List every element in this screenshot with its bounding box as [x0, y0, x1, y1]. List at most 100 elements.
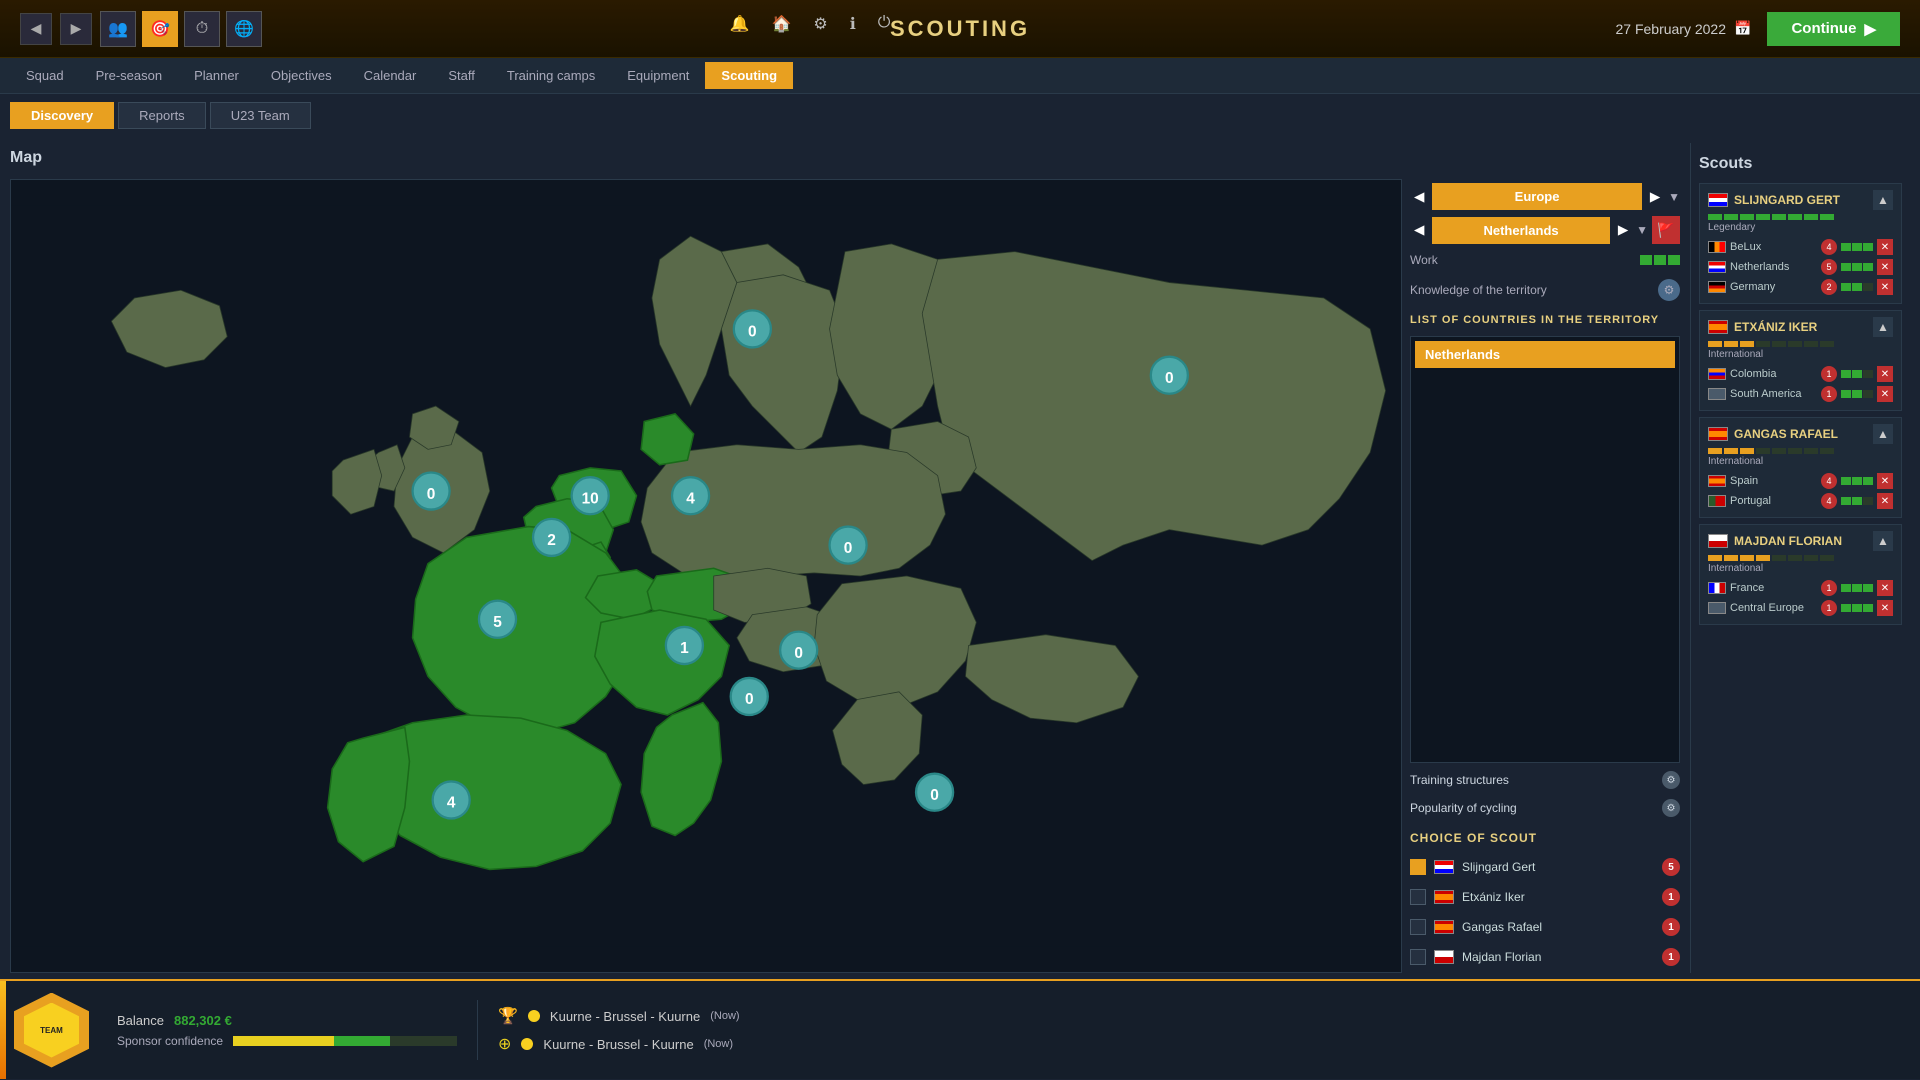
scouts-sidebar: Scouts SLIJNGARD GERT ▲ Legendary	[1690, 143, 1910, 973]
tab-training-camps[interactable]: Training camps	[491, 62, 611, 89]
scout-checkbox-gangas[interactable]	[1410, 919, 1426, 935]
scout-flag-nl-1	[1434, 860, 1454, 874]
race-row-2: ⊕ Kuurne - Brussel - Kuurne (Now)	[498, 1034, 1900, 1054]
sponsor-fill-yellow	[233, 1036, 334, 1046]
work-label: Work	[1410, 253, 1438, 267]
work-bar-seg-2	[1654, 255, 1666, 265]
sub-tab-reports[interactable]: Reports	[118, 102, 206, 129]
scout-choice-slijngard: Slijngard Gert 5	[1410, 855, 1680, 879]
home-icon[interactable]: 🏠	[771, 14, 791, 34]
etxaniz-territory-southamerica: South America 1 ✕	[1708, 384, 1893, 404]
globe-icon-btn[interactable]: 🌐	[226, 11, 262, 47]
majdan-level: International	[1708, 563, 1893, 574]
country-display[interactable]: Netherlands	[1432, 217, 1610, 244]
knowledge-label: Knowledge of the territory	[1410, 283, 1547, 297]
spain-remove-btn[interactable]: ✕	[1877, 473, 1893, 489]
country-next-btn[interactable]: ▶	[1614, 218, 1632, 242]
sa-flag	[1708, 388, 1726, 400]
country-dropdown-icon[interactable]: ▼	[1636, 223, 1648, 237]
slijngard-expand-btn[interactable]: ▲	[1873, 190, 1893, 210]
scout-checkbox-slijngard[interactable]	[1410, 859, 1426, 875]
bell-icon[interactable]: 🔔	[730, 14, 750, 34]
balance-label: Balance	[117, 1013, 164, 1028]
race-time-1: (Now)	[710, 1010, 739, 1022]
territory-spain-label: Spain	[1730, 475, 1821, 487]
sub-tab-discovery[interactable]: Discovery	[10, 102, 114, 129]
tab-calendar[interactable]: Calendar	[348, 62, 433, 89]
etxaniz-territory-colombia: Colombia 1 ✕	[1708, 364, 1893, 384]
scout-count-gangas: 1	[1662, 918, 1680, 936]
balance-section: Balance 882,302 € Sponsor confidence	[97, 1003, 477, 1058]
scout-flag-es-1	[1434, 890, 1454, 904]
squad-icon-btn[interactable]: 👥	[100, 11, 136, 47]
france-remove-btn[interactable]: ✕	[1877, 580, 1893, 596]
race-dot-2	[521, 1038, 533, 1050]
belux-remove-btn[interactable]: ✕	[1877, 239, 1893, 255]
territory-colombia-label: Colombia	[1730, 368, 1821, 380]
svg-text:0: 0	[427, 486, 436, 503]
majdan-expand-btn[interactable]: ▲	[1873, 531, 1893, 551]
territory-belux-label: BeLux	[1730, 241, 1821, 253]
calendar-icon[interactable]: 📅	[1734, 20, 1751, 37]
tab-staff[interactable]: Staff	[432, 62, 491, 89]
svg-text:0: 0	[748, 324, 757, 341]
majdan-flag	[1708, 534, 1728, 548]
nl-bar	[1841, 263, 1873, 271]
sa-num: 1	[1821, 386, 1837, 402]
info-icon[interactable]: ℹ	[850, 14, 856, 34]
settings-icon[interactable]: ⚙	[813, 14, 827, 34]
scout-choice-gangas: Gangas Rafael 1	[1410, 915, 1680, 939]
date-display: 27 February 2022 📅	[1615, 20, 1751, 37]
de-remove-btn[interactable]: ✕	[1877, 279, 1893, 295]
scout-checkbox-majdan[interactable]	[1410, 949, 1426, 965]
sponsor-label: Sponsor confidence	[117, 1034, 223, 1048]
balance-value: 882,302 €	[174, 1013, 232, 1028]
ce-remove-btn[interactable]: ✕	[1877, 600, 1893, 616]
training-gear-icon: ⚙	[1662, 771, 1680, 789]
sa-remove-btn[interactable]: ✕	[1877, 386, 1893, 402]
etxaniz-expand-btn[interactable]: ▲	[1873, 317, 1893, 337]
continue-button[interactable]: Continue ▶	[1767, 12, 1900, 46]
country-flag-btn[interactable]: 🚩	[1652, 216, 1680, 244]
portugal-remove-btn[interactable]: ✕	[1877, 493, 1893, 509]
scouting-icon-btn[interactable]: 🎯	[142, 11, 178, 47]
scout-name-gangas: Gangas Rafael	[1462, 920, 1654, 934]
country-selector-row: ◀ Netherlands ▶ ▼ 🚩	[1410, 216, 1680, 244]
tab-squad[interactable]: Squad	[10, 62, 80, 89]
countries-empty-space	[1415, 370, 1675, 420]
tab-preseason[interactable]: Pre-season	[80, 62, 178, 89]
scout-card-name-etxaniz: ETXÁNIZ IKER	[1708, 320, 1817, 334]
tab-equipment[interactable]: Equipment	[611, 62, 705, 89]
race-time-2: (Now)	[704, 1038, 733, 1050]
tab-objectives[interactable]: Objectives	[255, 62, 348, 89]
clock-icon-btn[interactable]: ⏱	[184, 11, 220, 47]
gangas-expand-btn[interactable]: ▲	[1873, 424, 1893, 444]
map-container[interactable]: 10 2 5 4 4 0	[10, 179, 1402, 973]
scout-card-name-gangas: GANGAS RAFAEL	[1708, 427, 1838, 441]
colombia-num: 1	[1821, 366, 1837, 382]
nl-num: 5	[1821, 259, 1837, 275]
scout-checkbox-etxaniz[interactable]	[1410, 889, 1426, 905]
country-prev-btn[interactable]: ◀	[1410, 218, 1428, 242]
country-item-netherlands[interactable]: Netherlands	[1415, 341, 1675, 368]
svg-text:0: 0	[1165, 370, 1174, 387]
forward-button[interactable]: ▶	[60, 13, 92, 45]
scout-card-gangas: GANGAS RAFAEL ▲ International Spain 4	[1699, 417, 1902, 518]
top-bar: ◀ ▶ 👥 🎯 ⏱ 🌐 🔔 🏠 ⚙ ℹ ⏻ SCOUTING 27 Februa…	[0, 0, 1920, 58]
continent-prev-btn[interactable]: ◀	[1410, 185, 1428, 209]
continent-next-btn[interactable]: ▶	[1646, 185, 1664, 209]
colombia-remove-btn[interactable]: ✕	[1877, 366, 1893, 382]
sub-tab-u23[interactable]: U23 Team	[210, 102, 311, 129]
race-icon-2: ⊕	[498, 1034, 511, 1054]
portugal-bar	[1841, 497, 1873, 505]
tab-planner[interactable]: Planner	[178, 62, 255, 89]
de-flag	[1708, 281, 1726, 293]
continue-arrow-icon: ▶	[1864, 20, 1876, 38]
nl-remove-btn[interactable]: ✕	[1877, 259, 1893, 275]
tab-scouting[interactable]: Scouting	[705, 62, 793, 89]
back-button[interactable]: ◀	[20, 13, 52, 45]
continent-display[interactable]: Europe	[1432, 183, 1642, 210]
belux-bar	[1841, 243, 1873, 251]
power-icon[interactable]: ⏻	[878, 14, 891, 34]
continent-dropdown-icon[interactable]: ▼	[1668, 190, 1680, 204]
